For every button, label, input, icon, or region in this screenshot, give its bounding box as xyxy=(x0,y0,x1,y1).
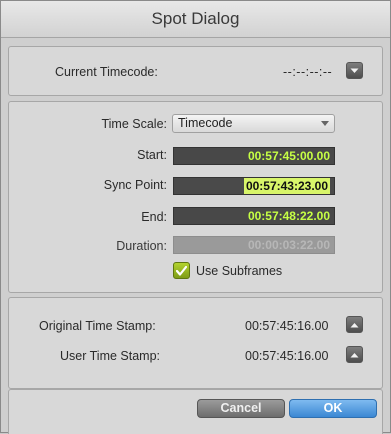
apply-original-time-stamp-button[interactable] xyxy=(346,316,363,333)
sync-point-value: 00:57:43:23.00 xyxy=(243,178,330,194)
original-time-stamp-label: Original Time Stamp: xyxy=(39,319,156,333)
ok-button[interactable]: OK xyxy=(289,399,377,418)
cancel-button[interactable]: Cancel xyxy=(197,399,285,418)
start-label: Start: xyxy=(137,148,167,162)
duration-field: 00:00:03:22.00 xyxy=(173,236,335,254)
duration-label: Duration: xyxy=(116,239,167,253)
current-timecode-value: --:--:--:-- xyxy=(283,65,333,79)
end-label: End: xyxy=(141,210,167,224)
apply-user-time-stamp-button[interactable] xyxy=(346,346,363,363)
spot-dialog-window: Spot Dialog Current Timecode: --:--:--:-… xyxy=(0,0,391,434)
end-field[interactable]: 00:57:48:22.00 xyxy=(173,207,335,225)
use-subframes-checkbox[interactable] xyxy=(173,262,190,279)
capture-current-timecode-button[interactable] xyxy=(346,62,363,79)
sync-point-field[interactable]: 00:57:43:23.00 xyxy=(173,177,335,195)
original-time-stamp-value: 00:57:45:16.00 xyxy=(245,319,329,333)
chevron-down-icon xyxy=(350,68,359,73)
user-time-stamp-label: User Time Stamp: xyxy=(60,349,161,363)
checkmark-icon xyxy=(176,265,187,276)
chevron-up-icon xyxy=(350,322,359,327)
time-stamp-panel xyxy=(8,297,383,389)
start-field[interactable]: 00:57:45:00.00 xyxy=(173,147,335,165)
window-title: Spot Dialog xyxy=(1,1,390,38)
dropdown-arrow-icon xyxy=(321,121,329,126)
time-scale-label: Time Scale: xyxy=(101,117,167,131)
time-scale-selected-value: Timecode xyxy=(178,116,233,130)
use-subframes-label: Use Subframes xyxy=(196,264,283,278)
current-timecode-label: Current Timecode: xyxy=(55,65,158,79)
sync-point-label: Sync Point: xyxy=(103,178,167,192)
user-time-stamp-value: 00:57:45:16.00 xyxy=(245,349,329,363)
time-scale-select[interactable]: Timecode xyxy=(172,114,335,133)
chevron-up-icon xyxy=(350,352,359,357)
